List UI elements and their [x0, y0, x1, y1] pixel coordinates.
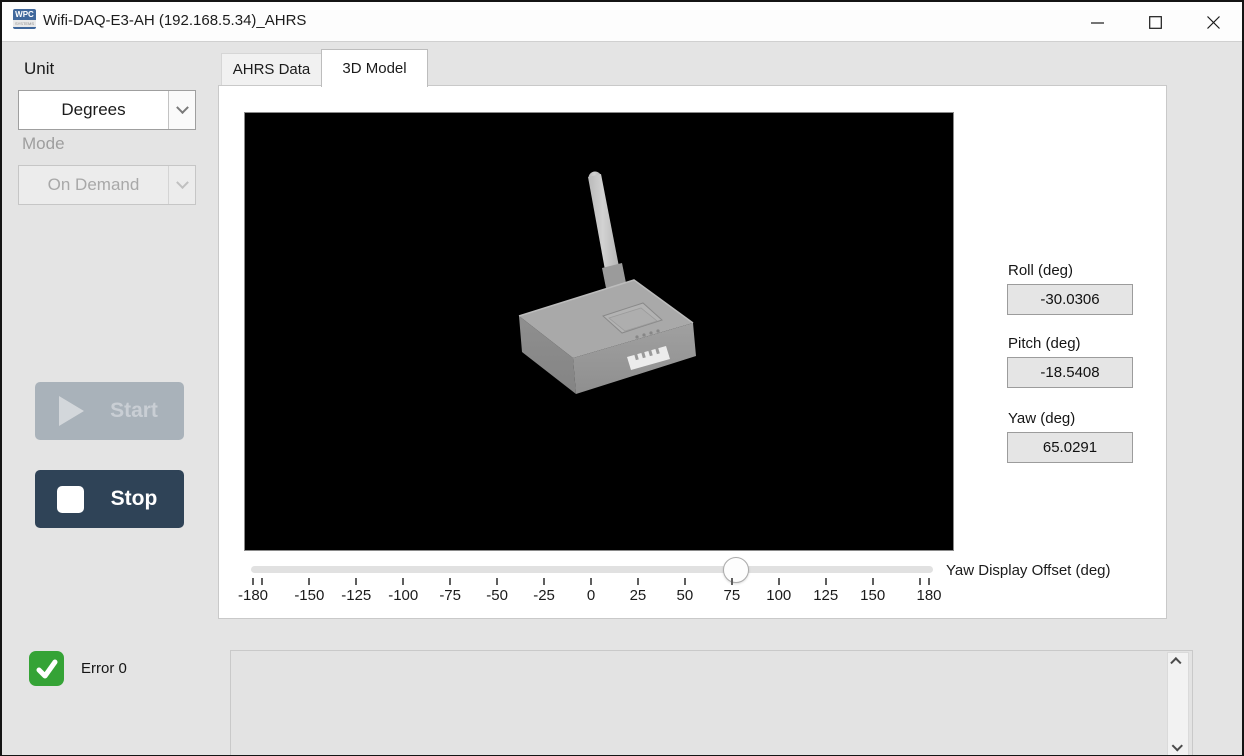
- log-textarea[interactable]: [230, 650, 1193, 756]
- maximize-icon: [1149, 16, 1162, 29]
- slider-tick: [496, 578, 498, 585]
- stop-button[interactable]: Stop: [35, 470, 184, 528]
- slider-tick: [355, 578, 357, 585]
- app-logo-icon: WPC SYSTEMS: [13, 9, 36, 29]
- mode-select-value: On Demand: [19, 175, 168, 195]
- unit-select[interactable]: Degrees: [18, 90, 196, 130]
- unit-select-arrow[interactable]: [168, 91, 195, 129]
- slider-tick: [825, 578, 827, 585]
- slider-tick-label: 150: [843, 587, 903, 604]
- roll-value: -30.0306: [1007, 284, 1133, 315]
- error-label: Error 0: [81, 660, 127, 677]
- yaw-offset-slider-track[interactable]: [251, 566, 933, 573]
- slider-tick-label: -180: [223, 587, 283, 604]
- chevron-down-icon: [1172, 740, 1183, 751]
- scroll-up-button[interactable]: [1168, 653, 1188, 671]
- start-button[interactable]: Start: [35, 382, 184, 440]
- roll-label: Roll (deg): [1008, 262, 1073, 279]
- wifi-daq-3d-model: [245, 113, 953, 550]
- maximize-button[interactable]: [1132, 2, 1178, 42]
- log-scrollbar[interactable]: [1167, 652, 1189, 756]
- slider-tick-label: 180: [899, 587, 959, 604]
- pitch-label: Pitch (deg): [1008, 335, 1081, 352]
- slider-tick: [590, 578, 592, 585]
- slider-minor-tick: [919, 578, 921, 585]
- title-bar: WPC SYSTEMS Wifi-DAQ-E3-AH (192.168.5.34…: [2, 2, 1242, 42]
- 3d-model-viewport[interactable]: [244, 112, 954, 551]
- mode-select-arrow: [168, 166, 195, 204]
- mode-select[interactable]: On Demand: [18, 165, 196, 205]
- close-button[interactable]: [1190, 2, 1236, 42]
- scroll-down-button[interactable]: [1168, 739, 1188, 756]
- chevron-up-icon: [1170, 657, 1181, 668]
- stop-square-icon: [57, 486, 84, 513]
- mode-label: Mode: [22, 134, 65, 154]
- slider-tick: [872, 578, 874, 585]
- slider-tick: [684, 578, 686, 585]
- stop-button-label: Stop: [84, 487, 184, 511]
- slider-tick: [402, 578, 404, 585]
- slider-ticks: [253, 578, 929, 586]
- app-window: WPC SYSTEMS Wifi-DAQ-E3-AH (192.168.5.34…: [0, 0, 1244, 756]
- unit-label: Unit: [24, 59, 54, 79]
- play-icon: [59, 396, 84, 426]
- minimize-icon: [1091, 16, 1104, 29]
- slider-tick: [778, 578, 780, 585]
- slider-minor-tick: [261, 578, 263, 585]
- tab-3d-model[interactable]: 3D Model: [321, 49, 428, 87]
- slider-tick: [308, 578, 310, 585]
- close-icon: [1207, 16, 1220, 29]
- pitch-value: -18.5408: [1007, 357, 1133, 388]
- slider-tick: [543, 578, 545, 585]
- chevron-down-icon: [176, 101, 189, 114]
- slider-tick: [731, 578, 733, 585]
- checkmark-icon: [34, 656, 60, 682]
- slider-tick: [252, 578, 254, 585]
- window-title: Wifi-DAQ-E3-AH (192.168.5.34)_AHRS: [43, 12, 306, 29]
- minimize-button[interactable]: [1074, 2, 1120, 42]
- slider-tick: [928, 578, 930, 585]
- slider-tick-labels: -180-150-125-100-75-50-25025507510012515…: [253, 587, 929, 605]
- error-indicator[interactable]: [29, 651, 64, 686]
- yaw-value: 65.0291: [1007, 432, 1133, 463]
- tab-content-panel: Roll (deg) -30.0306 Pitch (deg) -18.5408…: [218, 85, 1167, 619]
- slider-tick: [449, 578, 451, 585]
- slider-tick: [637, 578, 639, 585]
- yaw-offset-label: Yaw Display Offset (deg): [946, 562, 1111, 579]
- app-logo-subtext: SYSTEMS: [13, 20, 36, 27]
- start-button-label: Start: [84, 399, 184, 423]
- tab-ahrs-data[interactable]: AHRS Data: [221, 53, 322, 86]
- chevron-down-icon: [176, 176, 189, 189]
- unit-select-value: Degrees: [19, 100, 168, 120]
- yaw-label: Yaw (deg): [1008, 410, 1075, 427]
